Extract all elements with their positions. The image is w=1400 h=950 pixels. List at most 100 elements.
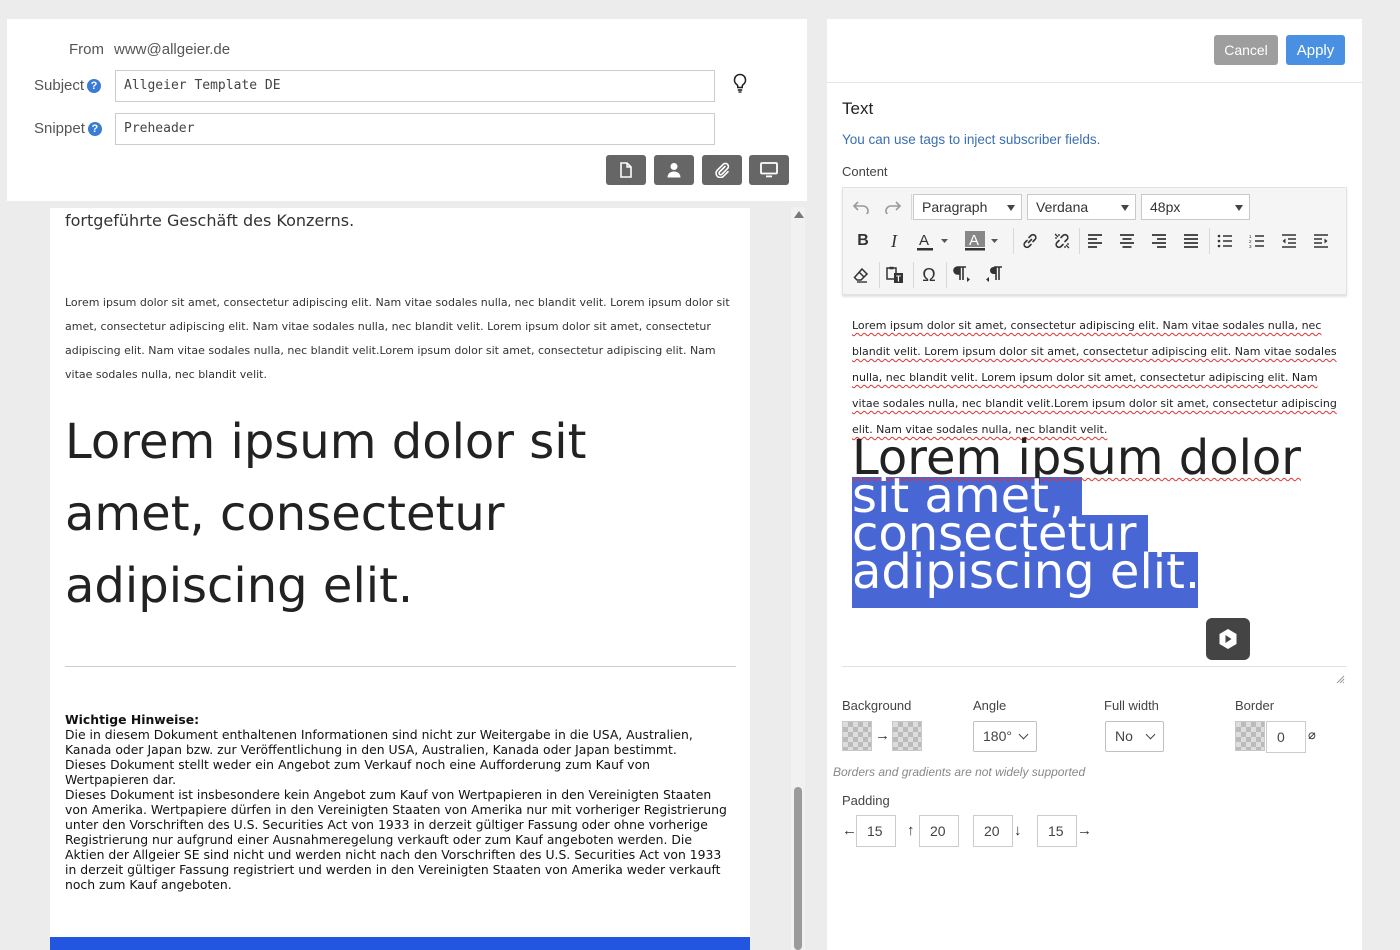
document-view-button[interactable] [606, 155, 646, 185]
preview-heading-text[interactable]: Lorem ipsum dolor sit amet, consectetur … [65, 406, 725, 622]
text-color-icon[interactable]: A [913, 228, 953, 254]
font-size-select[interactable]: 48px [1141, 194, 1250, 220]
tags-hint-link[interactable]: You can use tags to inject subscriber fi… [842, 132, 1100, 147]
email-preview[interactable]: fortgeführte Geschäft des Konzerns. Lore… [50, 208, 750, 950]
align-justify-icon[interactable] [1177, 228, 1205, 254]
lightbulb-icon[interactable] [732, 73, 748, 93]
italic-icon[interactable]: I [880, 228, 908, 254]
svg-text:3: 3 [1249, 244, 1252, 248]
align-left-icon[interactable] [1081, 228, 1109, 254]
editor-heading-text[interactable]: Lorem ipsum dolor sit amet, consectetur … [852, 434, 1347, 600]
fullwidth-label: Full width [1104, 698, 1159, 713]
toolbar-divider [1209, 228, 1210, 254]
block-format-select[interactable]: Paragraph [913, 194, 1022, 220]
resize-grip-icon[interactable] [1335, 674, 1345, 684]
padding-top-input[interactable]: 20 [919, 815, 959, 847]
font-family-value: Verdana [1036, 199, 1089, 215]
toolbar-divider [911, 194, 912, 220]
subject-label-text: Subject [34, 77, 85, 94]
border-width-input[interactable]: 0 [1266, 721, 1306, 753]
cancel-button[interactable]: Cancel [1214, 35, 1278, 65]
no-border-icon[interactable]: ⌀ [1308, 727, 1316, 743]
special-character-icon[interactable]: Ω [915, 262, 943, 288]
attachment-button[interactable] [702, 155, 742, 185]
undo-icon[interactable] [847, 194, 875, 220]
svg-text:T: T [896, 275, 901, 284]
fullwidth-value: No [1115, 728, 1133, 744]
arrow-up-icon: ↑ [907, 822, 915, 839]
redo-icon[interactable] [879, 194, 907, 220]
bold-icon[interactable]: B [849, 228, 877, 254]
background-label: Background [842, 698, 912, 713]
padding-bottom-input[interactable]: 20 [973, 815, 1013, 847]
unlink-icon[interactable] [1048, 228, 1076, 254]
scroll-up-icon[interactable] [794, 211, 804, 218]
svg-text:A: A [919, 232, 929, 249]
snippet-input[interactable]: Preheader [115, 113, 715, 145]
outdent-icon[interactable] [1275, 228, 1303, 254]
bullet-list-icon[interactable] [1211, 228, 1239, 254]
arrow-left-icon: ← [842, 822, 857, 839]
chevron-down-icon [1145, 729, 1156, 740]
subject-label: Subject? [34, 77, 102, 94]
background-color-start-swatch[interactable] [842, 721, 872, 751]
chevron-down-icon [1121, 205, 1129, 211]
angle-label: Angle [973, 698, 1007, 713]
panel-title: Text [842, 99, 874, 118]
floating-ai-assistant-button[interactable] [1206, 618, 1250, 660]
from-value: www@allgeier.de [114, 41, 231, 58]
paste-text-icon[interactable]: T [881, 262, 909, 288]
align-right-icon[interactable] [1145, 228, 1173, 254]
padding-left-input[interactable]: 15 [856, 815, 896, 847]
font-family-select[interactable]: Verdana [1027, 194, 1136, 220]
desktop-preview-button[interactable] [749, 155, 789, 185]
preview-scrollbar[interactable] [791, 207, 805, 950]
preview-divider [65, 666, 736, 667]
chevron-down-icon [1018, 729, 1029, 740]
desktop-icon [760, 162, 778, 178]
numbered-list-icon[interactable]: 123 [1243, 228, 1271, 254]
preview-notes[interactable]: Wichtige Hinweise: Die in diesem Dokumen… [65, 712, 735, 892]
arrow-right-icon: → [1077, 822, 1092, 839]
subscriber-view-button[interactable] [654, 155, 694, 185]
chevron-down-icon [1007, 205, 1015, 211]
padding-label: Padding [842, 793, 890, 808]
subject-help-icon[interactable]: ? [87, 79, 102, 93]
text-block-editor-panel: Cancel Apply Text You can use tags to in… [827, 19, 1362, 950]
align-center-icon[interactable] [1113, 228, 1141, 254]
snippet-help-icon[interactable]: ? [87, 122, 102, 136]
background-color-end-swatch[interactable] [892, 721, 922, 751]
angle-select[interactable]: 180° [973, 721, 1037, 752]
toolbar-divider [913, 262, 914, 288]
preview-body-text[interactable]: Lorem ipsum dolor sit amet, consectetur … [65, 291, 740, 387]
email-header-card: From www@allgeier.de Subject? Allgeier T… [7, 19, 807, 201]
indent-icon[interactable] [1307, 228, 1335, 254]
toolbar-divider [1013, 228, 1014, 254]
background-color-icon[interactable]: A [961, 228, 1003, 254]
notes-line-1: Die in diesem Dokument enthaltenen Infor… [65, 727, 693, 757]
notes-line-3: Dieses Dokument ist insbesondere kein An… [65, 787, 727, 892]
preview-footer-banner[interactable] [50, 937, 750, 950]
rich-text-editor[interactable]: Lorem ipsum dolor sit amet, consectetur … [842, 309, 1347, 684]
panel-header-divider [827, 82, 1362, 83]
user-icon [667, 163, 681, 178]
svg-text:A: A [969, 232, 979, 249]
apply-button[interactable]: Apply [1286, 35, 1345, 65]
chevron-down-icon [1235, 205, 1243, 211]
content-label: Content [842, 164, 888, 179]
link-icon[interactable] [1016, 228, 1044, 254]
padding-right-input[interactable]: 15 [1037, 815, 1077, 847]
rtl-icon[interactable] [980, 262, 1008, 288]
editor-body-text-content: Lorem ipsum dolor sit amet, consectetur … [852, 319, 1337, 436]
fullwidth-select[interactable]: No [1105, 721, 1164, 752]
scrollbar-thumb[interactable] [794, 787, 802, 950]
subject-input[interactable]: Allgeier Template DE [115, 70, 715, 102]
editor-heading-line-4: adipiscing elit. [852, 544, 1201, 600]
from-label: From [69, 41, 104, 58]
ltr-icon[interactable] [948, 262, 976, 288]
toolbar-divider [879, 262, 880, 288]
block-format-value: Paragraph [922, 199, 988, 215]
border-color-swatch[interactable] [1235, 721, 1265, 751]
remove-format-icon[interactable] [847, 262, 875, 288]
editor-body-text[interactable]: Lorem ipsum dolor sit amet, consectetur … [852, 313, 1342, 443]
